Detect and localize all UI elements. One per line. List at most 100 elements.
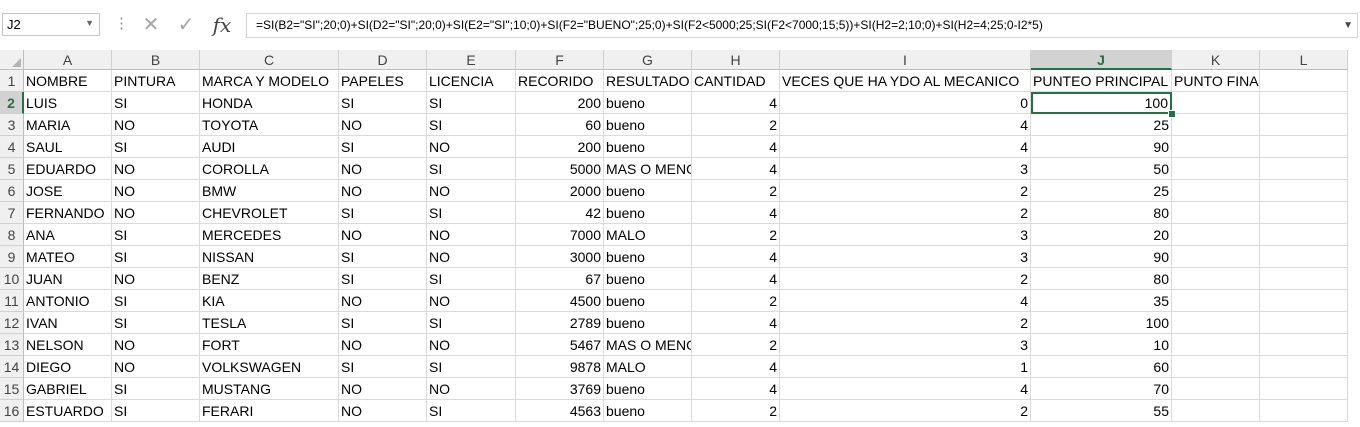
cell-b8[interactable]: SI — [112, 224, 200, 246]
cell-g9[interactable]: bueno — [604, 246, 692, 268]
cell-b15[interactable]: SI — [112, 378, 200, 400]
cell-c16[interactable]: FERARI — [200, 400, 339, 422]
cell-e3[interactable]: SI — [427, 114, 516, 136]
cell-l6[interactable] — [1260, 180, 1348, 202]
header-cell[interactable] — [1260, 70, 1348, 92]
cell-a5[interactable]: EDUARDO — [24, 158, 112, 180]
cell-c6[interactable]: BMW — [200, 180, 339, 202]
cell-j15[interactable]: 70 — [1031, 378, 1172, 400]
cell-i7[interactable]: 2 — [780, 202, 1031, 224]
formula-input[interactable]: =SI(B2="SI";20;0)+SI(D2="SI";20;0)+SI(E2… — [246, 13, 1358, 38]
cell-l7[interactable] — [1260, 202, 1348, 224]
cell-k12[interactable] — [1172, 312, 1260, 334]
cell-d7[interactable]: SI — [339, 202, 427, 224]
cell-f5[interactable]: 5000 — [516, 158, 604, 180]
cell-b14[interactable]: NO — [112, 356, 200, 378]
cell-a15[interactable]: GABRIEL — [24, 378, 112, 400]
cell-a11[interactable]: ANTONIO — [24, 290, 112, 312]
cell-i4[interactable]: 4 — [780, 136, 1031, 158]
cell-b3[interactable]: NO — [112, 114, 200, 136]
row-header-14[interactable]: 14 — [0, 356, 24, 378]
cell-l5[interactable] — [1260, 158, 1348, 180]
cell-l9[interactable] — [1260, 246, 1348, 268]
cell-e16[interactable]: SI — [427, 400, 516, 422]
column-header-k[interactable]: K — [1172, 50, 1260, 70]
cell-b16[interactable]: SI — [112, 400, 200, 422]
column-header-b[interactable]: B — [112, 50, 200, 70]
cell-e13[interactable]: NO — [427, 334, 516, 356]
cell-k8[interactable] — [1172, 224, 1260, 246]
cell-l13[interactable] — [1260, 334, 1348, 356]
cell-e4[interactable]: NO — [427, 136, 516, 158]
cell-i5[interactable]: 3 — [780, 158, 1031, 180]
column-header-a[interactable]: A — [24, 50, 112, 70]
cell-h13[interactable]: 2 — [692, 334, 780, 356]
cell-e12[interactable]: SI — [427, 312, 516, 334]
cell-d11[interactable]: NO — [339, 290, 427, 312]
cell-f15[interactable]: 3769 — [516, 378, 604, 400]
row-header-16[interactable]: 16 — [0, 400, 24, 422]
cell-e10[interactable]: SI — [427, 268, 516, 290]
cell-d16[interactable]: NO — [339, 400, 427, 422]
cell-d5[interactable]: NO — [339, 158, 427, 180]
cell-g15[interactable]: bueno — [604, 378, 692, 400]
row-header-9[interactable]: 9 — [0, 246, 24, 268]
row-header-11[interactable]: 11 — [0, 290, 24, 312]
cell-h16[interactable]: 2 — [692, 400, 780, 422]
cell-h6[interactable]: 2 — [692, 180, 780, 202]
header-cell[interactable]: MARCA Y MODELO — [200, 70, 339, 92]
cell-b13[interactable]: NO — [112, 334, 200, 356]
cell-e9[interactable]: NO — [427, 246, 516, 268]
cell-c2[interactable]: HONDA — [200, 92, 339, 114]
cell-a8[interactable]: ANA — [24, 224, 112, 246]
cell-b5[interactable]: NO — [112, 158, 200, 180]
cell-k7[interactable] — [1172, 202, 1260, 224]
cell-d2[interactable]: SI — [339, 92, 427, 114]
cell-k9[interactable] — [1172, 246, 1260, 268]
cell-k2[interactable] — [1172, 92, 1260, 114]
cell-e14[interactable]: SI — [427, 356, 516, 378]
cell-j2[interactable]: 100 — [1031, 92, 1172, 114]
cell-k16[interactable] — [1172, 400, 1260, 422]
cell-l8[interactable] — [1260, 224, 1348, 246]
cell-a14[interactable]: DIEGO — [24, 356, 112, 378]
cell-d8[interactable]: NO — [339, 224, 427, 246]
cell-g8[interactable]: MALO — [604, 224, 692, 246]
cell-j14[interactable]: 60 — [1031, 356, 1172, 378]
cell-i9[interactable]: 3 — [780, 246, 1031, 268]
cell-c8[interactable]: MERCEDES — [200, 224, 339, 246]
cell-h15[interactable]: 4 — [692, 378, 780, 400]
cell-e5[interactable]: SI — [427, 158, 516, 180]
cell-l2[interactable] — [1260, 92, 1348, 114]
cell-e7[interactable]: SI — [427, 202, 516, 224]
row-header-3[interactable]: 3 — [0, 114, 24, 136]
spreadsheet-grid[interactable]: A B C D E F G H I J K L 1 NOMBRE PINTURA MARCA Y MODELO… — [0, 50, 1360, 427]
cell-d9[interactable]: SI — [339, 246, 427, 268]
cell-j4[interactable]: 90 — [1031, 136, 1172, 158]
cell-g16[interactable]: bueno — [604, 400, 692, 422]
cell-l16[interactable] — [1260, 400, 1348, 422]
row-header-7[interactable]: 7 — [0, 202, 24, 224]
fill-handle[interactable] — [1168, 110, 1176, 118]
cell-g2[interactable]: bueno — [604, 92, 692, 114]
cell-c13[interactable]: FORT — [200, 334, 339, 356]
cell-f6[interactable]: 2000 — [516, 180, 604, 202]
cell-k14[interactable] — [1172, 356, 1260, 378]
cell-k13[interactable] — [1172, 334, 1260, 356]
cell-a9[interactable]: MATEO — [24, 246, 112, 268]
header-cell[interactable]: PAPELES — [339, 70, 427, 92]
cell-f8[interactable]: 7000 — [516, 224, 604, 246]
cell-j3[interactable]: 25 — [1031, 114, 1172, 136]
cell-l11[interactable] — [1260, 290, 1348, 312]
cell-j5[interactable]: 50 — [1031, 158, 1172, 180]
cell-b12[interactable]: SI — [112, 312, 200, 334]
cell-f3[interactable]: 60 — [516, 114, 604, 136]
cell-j9[interactable]: 90 — [1031, 246, 1172, 268]
cell-i14[interactable]: 1 — [780, 356, 1031, 378]
cell-c14[interactable]: VOLKSWAGEN — [200, 356, 339, 378]
cell-a10[interactable]: JUAN — [24, 268, 112, 290]
cell-a2[interactable]: LUIS — [24, 92, 112, 114]
cell-h2[interactable]: 4 — [692, 92, 780, 114]
cell-h10[interactable]: 4 — [692, 268, 780, 290]
cell-d12[interactable]: SI — [339, 312, 427, 334]
